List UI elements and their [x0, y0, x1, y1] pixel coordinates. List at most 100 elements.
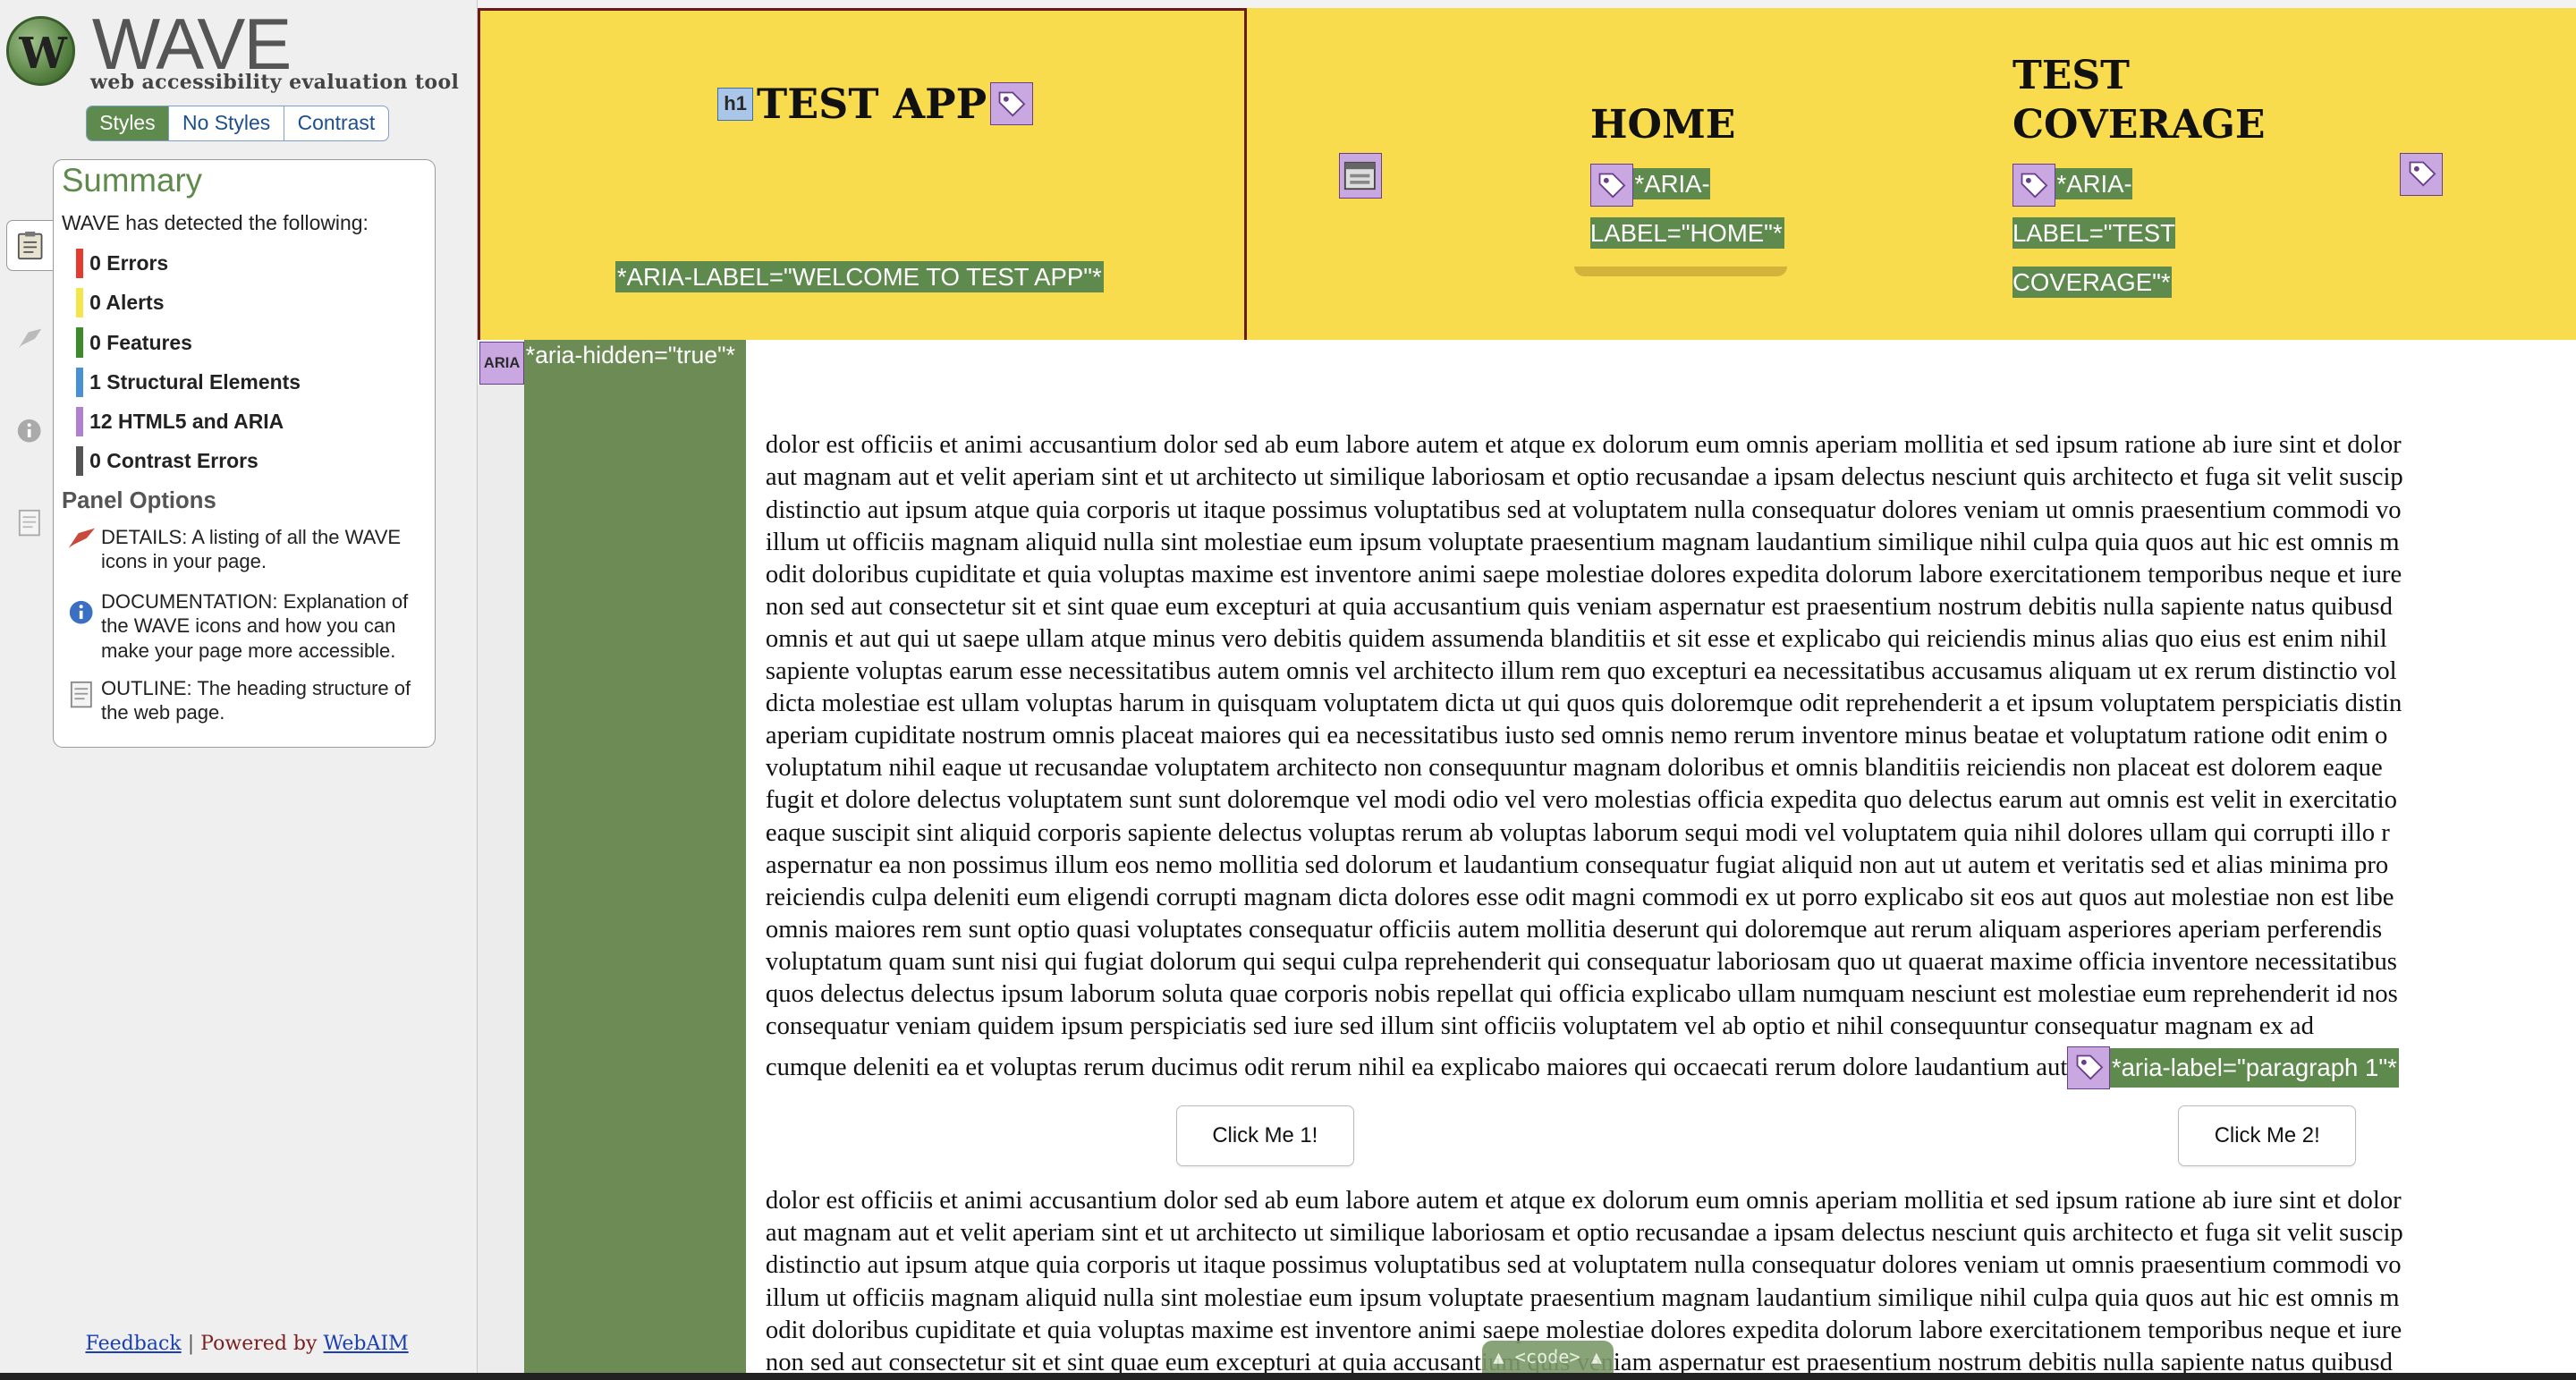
summary-title: Summary [61, 161, 203, 199]
paragraph-line: illum ut officiis magnam aliquid nulla s… [765, 527, 2400, 556]
aria-label-tag-icon[interactable] [2012, 164, 2055, 207]
panel-nav [6, 220, 55, 589]
aria-label-tag-icon[interactable] [2067, 1046, 2111, 1089]
wave-sidebar: W WAVE web accessibility evaluation tool… [0, 0, 478, 1380]
summary-item-features[interactable]: 0 Features [76, 323, 301, 362]
flag-icon [62, 525, 101, 574]
info-icon [62, 589, 101, 664]
paragraph-line: aspernatur ea non possimus illum eos nem… [765, 850, 2389, 879]
nav-item-home[interactable]: HOME *ARIA-LABEL="HOME"* [1573, 100, 1796, 276]
paragraph-2: dolor est officiis et animi accusantium … [766, 1184, 2576, 1378]
page-title: TEST APP [757, 80, 987, 129]
welcome-aria-label-text: *ARIA-LABEL="WELCOME TO TEST APP"* [615, 261, 1104, 292]
code-toggle-tab[interactable]: ▲ <code> ▲ [1481, 1340, 1614, 1374]
summary-detected-text: WAVE has detected the following: [61, 211, 369, 235]
paragraph-line: dolor est officiis et animi accusantium … [765, 1186, 2402, 1215]
paragraph-line: aperiam cupiditate nostrum omnis placeat… [765, 721, 2388, 750]
h1-icon[interactable]: h1 [716, 87, 754, 121]
aria-label-tag-icon[interactable] [1589, 164, 1633, 207]
summary-item-label: 0 Alerts [89, 291, 165, 315]
wave-logo-icon: W [6, 16, 76, 86]
paragraph-line: sapiente voluptas earum esse necessitati… [765, 656, 2397, 686]
paragraph-line: reiciendis culpa deleniti eum eligendi c… [765, 882, 2394, 911]
header-title-region: h1 TEST APP *ARIA-LABEL="WELCOME TO TEST… [478, 8, 1248, 341]
paragraph-line: illum ut officiis magnam aliquid nulla s… [765, 1283, 2400, 1312]
aria-hidden-column [523, 340, 746, 1380]
tab-styles[interactable]: Styles [86, 106, 169, 141]
summary-item-errors[interactable]: 0 Errors [76, 244, 301, 284]
paragraph-1: dolor est officiis et animi accusantium … [766, 428, 2576, 1042]
paragraph-aria-label: *aria-label="paragraph 1"* [2110, 1047, 2399, 1088]
click-me-2-button[interactable]: Click Me 2! [2178, 1105, 2356, 1167]
feedback-link[interactable]: Feedback [86, 1333, 182, 1355]
tab-contrast[interactable]: Contrast [283, 106, 388, 141]
summary-item-label: 0 Features [89, 330, 192, 354]
option-details-text: DETAILS: A listing of all the WAVE icons… [101, 525, 402, 573]
features-color-bar [76, 327, 83, 358]
view-mode-tabs: Styles No Styles Contrast [85, 105, 389, 142]
document-icon[interactable] [6, 498, 52, 547]
paragraph-line: distinctio aut ipsum atque quia corporis… [765, 495, 2402, 524]
paragraph-line: quos delectus delectus ipsum laborum sol… [765, 978, 2398, 1008]
paragraph-line: aut magnam aut et velit aperiam sint et … [765, 1218, 2403, 1248]
welcome-aria-label: *ARIA-LABEL="WELCOME TO TEST APP"* [615, 252, 1104, 301]
nav-coverage-label-block: *ARIA-LABEL="TEST COVERAGE"* [2012, 159, 2216, 307]
summary-item-label: 0 Errors [89, 251, 169, 275]
summary-list: 0 Errors 0 Alerts 0 Features 1 Structura… [76, 244, 301, 480]
flag-icon[interactable] [6, 314, 52, 363]
nav-coverage-title: TEST COVERAGE [2012, 52, 2266, 148]
contrast-color-bar [76, 445, 83, 476]
click-me-1-button[interactable]: Click Me 1! [1176, 1105, 1354, 1167]
aria-icon[interactable]: ARIA [479, 342, 524, 385]
wave-subtitle: web accessibility evaluation tool [90, 70, 460, 94]
summary-panel: Summary WAVE has detected the following:… [52, 159, 436, 748]
panel-options-title: Panel Options [61, 488, 216, 514]
wave-footer: Feedback | Powered by WebAIM [86, 1333, 409, 1355]
aria-hidden-label: *aria-hidden="true"* [525, 342, 735, 369]
paragraph-line: fugit et dolore delectus voluptatem sunt… [765, 785, 2397, 815]
info-icon[interactable] [6, 406, 52, 455]
paragraph-line: odit doloribus cupiditate et quia volupt… [765, 559, 2402, 588]
nav-home-title: HOME [1589, 102, 1736, 148]
clipboard-icon[interactable] [6, 220, 54, 272]
title-wrap: h1 TEST APP [716, 80, 1033, 129]
summary-item-label: 12 HTML5 and ARIA [89, 409, 284, 433]
option-documentation[interactable]: DOCUMENTATION: Explanation of the WAVE i… [62, 589, 427, 664]
document-icon [62, 676, 101, 725]
summary-item-contrast[interactable]: 0 Contrast Errors [76, 441, 301, 480]
option-outline-text: OUTLINE: The heading structure of the we… [101, 676, 411, 724]
home-active-underline [1573, 266, 1788, 276]
aria-label-tag-icon[interactable] [989, 82, 1033, 126]
top-strip [478, 0, 2576, 9]
paragraph-1-last-line: cumque deleniti ea et voluptas rerum duc… [766, 1046, 2399, 1089]
wave-logo-letter: W [19, 29, 67, 80]
paragraph-line: voluptatum nihil eaque ut recusandae vol… [765, 753, 2383, 783]
option-documentation-text: DOCUMENTATION: Explanation of the WAVE i… [101, 589, 409, 662]
test-page: h1 TEST APP *ARIA-LABEL="WELCOME TO TEST… [478, 0, 2576, 1380]
paragraph-line: dicta molestiae est ullam voluptas harum… [765, 689, 2402, 718]
summary-item-aria[interactable]: 12 HTML5 and ARIA [76, 402, 301, 441]
summary-item-alerts[interactable]: 0 Alerts [76, 284, 301, 323]
tab-no-styles[interactable]: No Styles [168, 106, 284, 141]
nav-home-label-block: *ARIA-LABEL="HOME"* [1589, 159, 1794, 258]
paragraph-line: non sed aut consectetur sit et sint quae… [765, 591, 2393, 621]
aria-label-tag-icon[interactable] [2400, 152, 2444, 196]
paragraph-line: omnis et aut qui ut saepe ullam atque mi… [765, 623, 2387, 653]
wave-logo: W WAVE web accessibility evaluation tool [6, 4, 466, 96]
left-gutter [478, 384, 524, 1380]
paragraph-line: voluptatum quam sunt nisi qui fugiat dol… [765, 946, 2397, 976]
nav-item-test-coverage[interactable]: TEST COVERAGE *ARIA-LABEL="TEST COVERAGE… [2012, 51, 2292, 307]
paragraph-line: dolor est officiis et animi accusantium … [765, 430, 2402, 460]
option-details[interactable]: DETAILS: A listing of all the WAVE icons… [62, 525, 427, 574]
option-outline[interactable]: OUTLINE: The heading structure of the we… [62, 676, 427, 725]
alerts-color-bar [76, 288, 83, 318]
paragraph-line: omnis maiores rem sunt optio quasi volup… [765, 914, 2383, 944]
footer-separator: | [187, 1332, 195, 1355]
navigation-icon[interactable] [1338, 152, 1382, 199]
paragraph-line: consequatur veniam quidem ipsum perspici… [765, 1012, 2314, 1041]
powered-by-text: Powered by [200, 1332, 318, 1355]
summary-item-structural[interactable]: 1 Structural Elements [76, 362, 301, 402]
paragraph-line: distinctio aut ipsum atque quia corporis… [765, 1250, 2402, 1280]
paragraph-line: eaque suscipit sint aliquid corporis sap… [765, 817, 2390, 847]
webaim-link[interactable]: WebAIM [324, 1333, 409, 1355]
